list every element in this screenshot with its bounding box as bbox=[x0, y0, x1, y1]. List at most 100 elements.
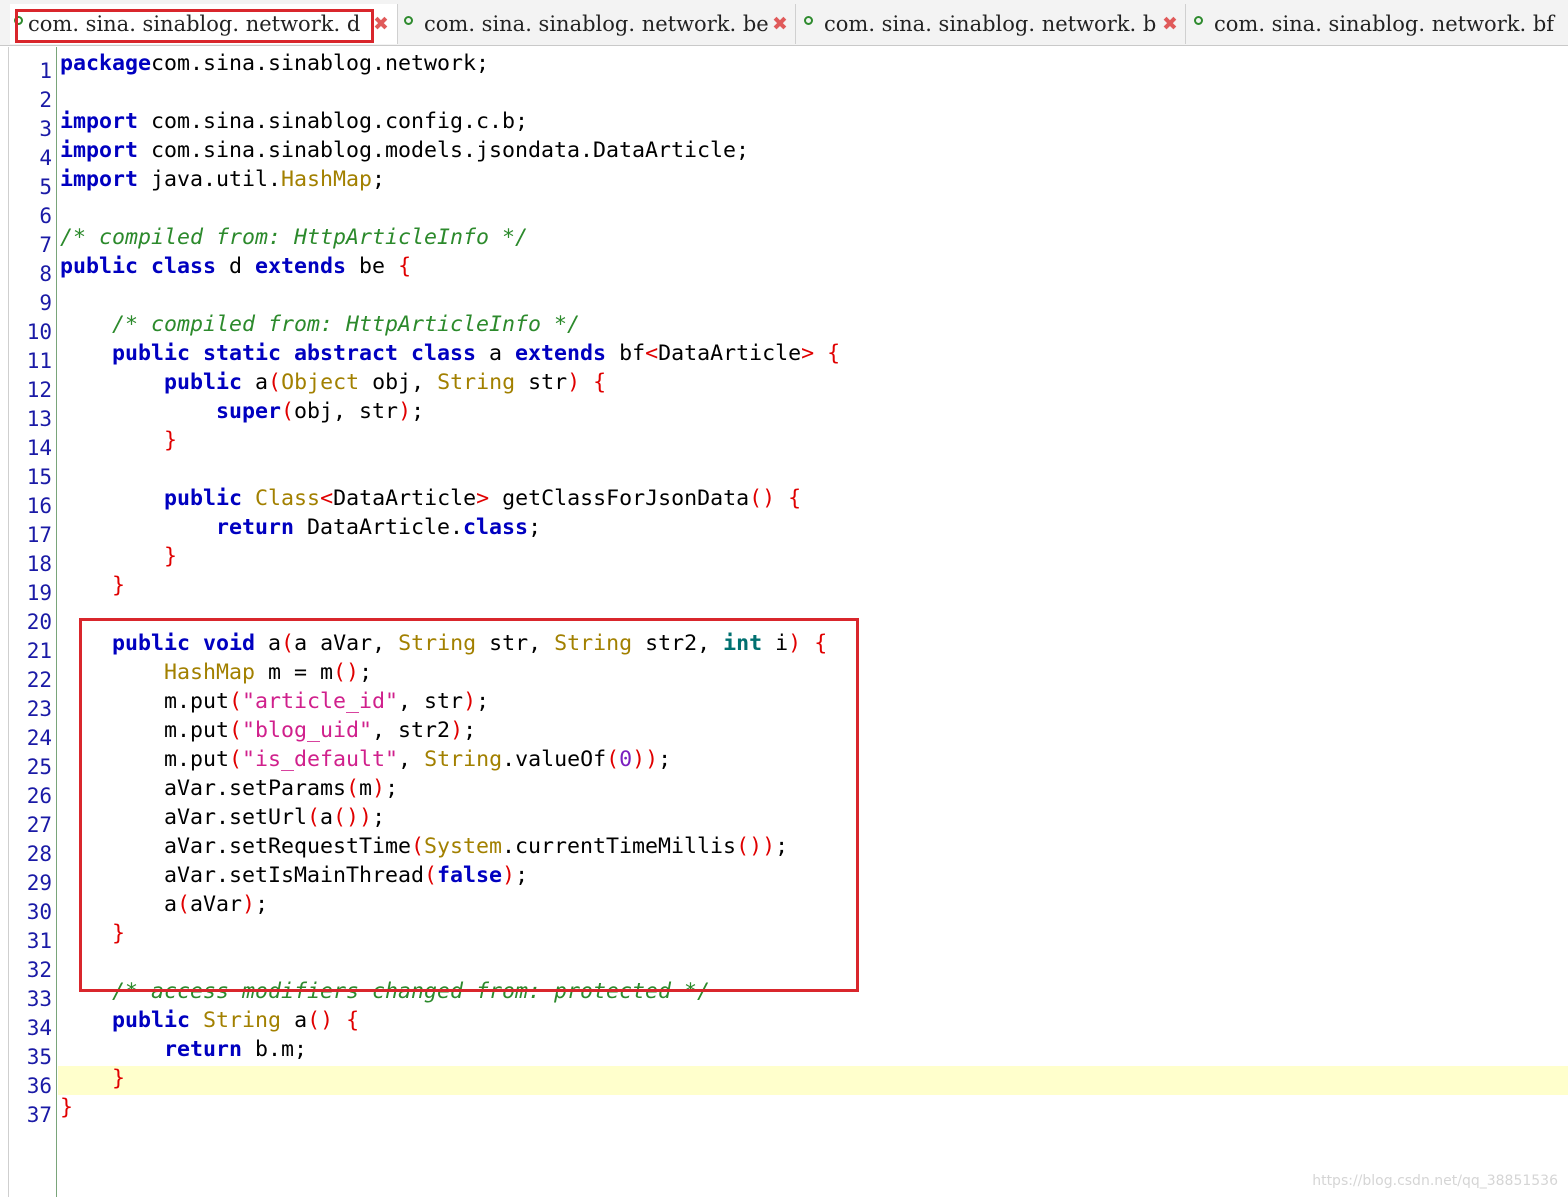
class-file-icon bbox=[404, 16, 413, 25]
tab-network-bf[interactable]: com. sina. sinablog. network. bf bbox=[1190, 4, 1568, 44]
line-number: 35 bbox=[26, 1045, 52, 1069]
code-line[interactable] bbox=[60, 455, 840, 484]
code-token: getClassForJsonData bbox=[489, 486, 750, 511]
code-line[interactable]: public a(Object obj, String str) { bbox=[60, 368, 840, 397]
code-token: d bbox=[216, 254, 256, 279]
code-token: com.sina.sinablog.config.c.b; bbox=[138, 109, 529, 134]
active-tab-highlight-box bbox=[15, 9, 374, 43]
code-line[interactable]: } bbox=[60, 1064, 840, 1093]
code-line[interactable]: import java.util.HashMap; bbox=[60, 165, 840, 194]
line-number: 3 bbox=[39, 117, 52, 141]
line-number: 19 bbox=[26, 581, 52, 605]
code-line[interactable]: } bbox=[60, 426, 840, 455]
code-token: a bbox=[476, 341, 516, 366]
code-line[interactable]: return DataArticle.class; bbox=[60, 513, 840, 542]
code-token: DataArticle. bbox=[294, 515, 464, 540]
code-token: } bbox=[112, 1066, 126, 1091]
code-token: { bbox=[788, 486, 802, 511]
line-number: 29 bbox=[26, 871, 52, 895]
tab-label: com. sina. sinablog. network. b bbox=[824, 12, 1157, 36]
code-token: return bbox=[164, 1037, 243, 1062]
line-number: 25 bbox=[26, 755, 52, 779]
code-token: /* compiled from: HttpArticleInfo */ bbox=[112, 312, 581, 337]
code-token: import bbox=[60, 167, 139, 192]
code-line[interactable]: } bbox=[60, 542, 840, 571]
line-number: 18 bbox=[26, 552, 52, 576]
code-token: String bbox=[203, 1008, 282, 1033]
code-token: ) bbox=[567, 370, 581, 395]
line-number: 1 bbox=[39, 59, 52, 83]
code-line[interactable]: public static abstract class a extends b… bbox=[60, 339, 840, 368]
code-line[interactable]: import com.sina.sinablog.models.jsondata… bbox=[60, 136, 840, 165]
code-token: str bbox=[515, 370, 568, 395]
code-token: HashMap bbox=[281, 167, 373, 192]
code-line[interactable]: public String a() { bbox=[60, 1006, 840, 1035]
code-token: { bbox=[398, 254, 412, 279]
line-number: 30 bbox=[26, 900, 52, 924]
line-number: 31 bbox=[26, 929, 52, 953]
code-line[interactable]: } bbox=[60, 571, 840, 600]
code-token: ( bbox=[281, 399, 295, 424]
code-line[interactable]: public Class<DataArticle> getClassForJso… bbox=[60, 484, 840, 513]
line-number: 33 bbox=[26, 987, 52, 1011]
line-number: 15 bbox=[26, 465, 52, 489]
code-token: } bbox=[112, 573, 126, 598]
code-line[interactable]: super(obj, str); bbox=[60, 397, 840, 426]
code-token: () bbox=[307, 1008, 334, 1033]
code-line[interactable]: /* compiled from: HttpArticleInfo */ bbox=[60, 310, 840, 339]
line-number: 37 bbox=[26, 1103, 52, 1127]
line-number: 27 bbox=[26, 813, 52, 837]
line-number: 21 bbox=[26, 639, 52, 663]
close-icon[interactable]: ✖ bbox=[772, 4, 788, 44]
editor-tab-bar: com. sina. sinablog. network. d ✖ com. s… bbox=[0, 0, 1568, 46]
code-token: com.sina.sinablog.network; bbox=[151, 51, 490, 76]
line-number: 36 bbox=[26, 1074, 52, 1098]
code-token: /* compiled from: HttpArticleInfo */ bbox=[60, 225, 529, 250]
method-highlight-box bbox=[79, 618, 859, 992]
line-number: 11 bbox=[26, 349, 52, 373]
tab-network-be[interactable]: com. sina. sinablog. network. be ✖ bbox=[400, 4, 796, 44]
code-token: obj, str bbox=[294, 399, 399, 424]
code-token: { bbox=[827, 341, 841, 366]
code-line[interactable]: /* compiled from: HttpArticleInfo */ bbox=[60, 223, 840, 252]
code-line[interactable]: packagecom.sina.sinablog.network; bbox=[60, 49, 840, 78]
code-token: super bbox=[216, 399, 282, 424]
code-line[interactable] bbox=[60, 281, 840, 310]
code-token: { bbox=[593, 370, 607, 395]
line-number: 22 bbox=[26, 668, 52, 692]
tab-network-b[interactable]: com. sina. sinablog. network. b ✖ bbox=[800, 4, 1186, 44]
code-token: package bbox=[60, 51, 152, 76]
code-token: return bbox=[216, 515, 295, 540]
code-token: a bbox=[281, 1008, 308, 1033]
code-token: Class bbox=[255, 486, 321, 511]
line-number: 32 bbox=[26, 958, 52, 982]
code-token: import bbox=[60, 109, 139, 134]
code-line[interactable]: import com.sina.sinablog.config.c.b; bbox=[60, 107, 840, 136]
code-line[interactable]: } bbox=[60, 1093, 840, 1122]
close-icon[interactable]: ✖ bbox=[373, 4, 389, 44]
code-line[interactable]: return b.m; bbox=[60, 1035, 840, 1064]
code-token: public static abstract class bbox=[112, 341, 477, 366]
close-icon[interactable]: ✖ bbox=[1162, 4, 1178, 44]
code-line[interactable] bbox=[60, 194, 840, 223]
code-token: com.sina.sinablog.models.jsondata.DataAr… bbox=[138, 138, 750, 163]
code-line[interactable] bbox=[60, 78, 840, 107]
tab-label: com. sina. sinablog. network. bf bbox=[1214, 12, 1555, 36]
code-token: } bbox=[164, 428, 178, 453]
code-token: () bbox=[749, 486, 776, 511]
code-token: > bbox=[801, 341, 815, 366]
line-number: 9 bbox=[39, 291, 52, 315]
code-line[interactable]: public class d extends be { bbox=[60, 252, 840, 281]
